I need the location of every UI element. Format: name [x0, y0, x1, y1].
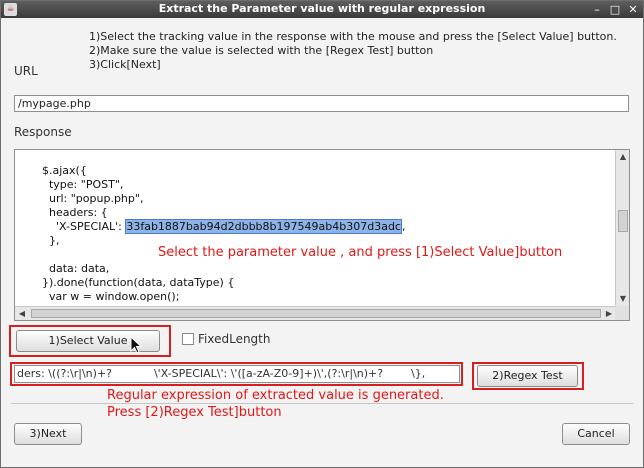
code-line: url: "popup.php", [35, 192, 144, 205]
code-line: data: data, [35, 262, 110, 275]
url-label: URL [14, 64, 38, 78]
code-line: }).done(function(data, dataType) { [35, 276, 235, 289]
separator [11, 403, 633, 404]
code-line: type: "POST", [35, 178, 124, 191]
instruction-step-1: 1)Select the tracking value in the respo… [89, 30, 617, 43]
scroll-down-icon[interactable]: ▼ [617, 294, 629, 303]
close-icon[interactable]: ✕ [625, 1, 641, 18]
code-line: var w = window.open(); [35, 290, 180, 303]
dialog-window: ☕ Extract the Parameter value with regul… [0, 0, 644, 468]
title-bar[interactable]: ☕ Extract the Parameter value with regul… [1, 1, 643, 18]
select-hint-annotation: Select the parameter value , and press [… [158, 245, 563, 260]
response-textarea[interactable]: $.ajax({ type: "POST", url: "popup.php",… [14, 149, 630, 321]
fixed-length-label: FixedLength [198, 332, 271, 346]
regex-hint-annotation-line1: Regular expression of extracted value is… [107, 388, 444, 403]
scroll-corner [615, 306, 629, 320]
code-line: $.ajax({ [35, 164, 87, 177]
instructions: 1)Select the tracking value in the respo… [89, 30, 617, 72]
regex-field[interactable]: ders: \((?:\r|\n)+? \'X-SPECIAL\': \'([a… [14, 365, 460, 383]
instruction-step-3: 3)Click[Next] [89, 58, 161, 71]
vertical-scrollbar[interactable]: ▲ ▼ [615, 150, 629, 308]
code-line-suffix: , [401, 220, 406, 233]
code-line-with-selection: 'X-SPECIAL': 33fab1887bab94d2dbbb8b19754… [35, 219, 406, 234]
fixed-length-checkbox[interactable] [182, 333, 194, 345]
maximize-icon[interactable]: □ [607, 1, 623, 18]
horizontal-scrollbar[interactable]: ◀ ▶ [15, 306, 617, 320]
minimize-icon[interactable]: – [589, 1, 605, 18]
code-line: headers: { [35, 206, 108, 219]
regex-hint-annotation-line2: Press [2)Regex Test]button [107, 405, 282, 420]
scroll-right-icon[interactable]: ▶ [604, 309, 614, 318]
url-field[interactable]: /mypage.php [14, 95, 629, 112]
horizontal-scroll-thumb[interactable] [31, 309, 601, 318]
vertical-scroll-thumb[interactable] [618, 210, 628, 232]
scroll-up-icon[interactable]: ▲ [617, 152, 629, 161]
regex-test-button[interactable]: 2)Regex Test [477, 365, 578, 387]
scroll-left-icon[interactable]: ◀ [17, 309, 27, 318]
window-title: Extract the Parameter value with regular… [158, 2, 486, 15]
cancel-button[interactable]: Cancel [562, 423, 630, 445]
mouse-cursor-icon [130, 336, 143, 354]
response-code: $.ajax({ type: "POST", url: "popup.php",… [35, 164, 405, 304]
next-button[interactable]: 3)Next [14, 423, 82, 445]
code-line-prefix: 'X-SPECIAL': [35, 220, 126, 233]
instruction-step-2: 2)Make sure the value is selected with t… [89, 44, 434, 57]
selected-value[interactable]: 33fab1887bab94d2dbbb8b197549ab4b307d3adc [125, 219, 402, 234]
dialog-body: 1)Select the tracking value in the respo… [1, 18, 643, 467]
response-label: Response [14, 125, 72, 139]
